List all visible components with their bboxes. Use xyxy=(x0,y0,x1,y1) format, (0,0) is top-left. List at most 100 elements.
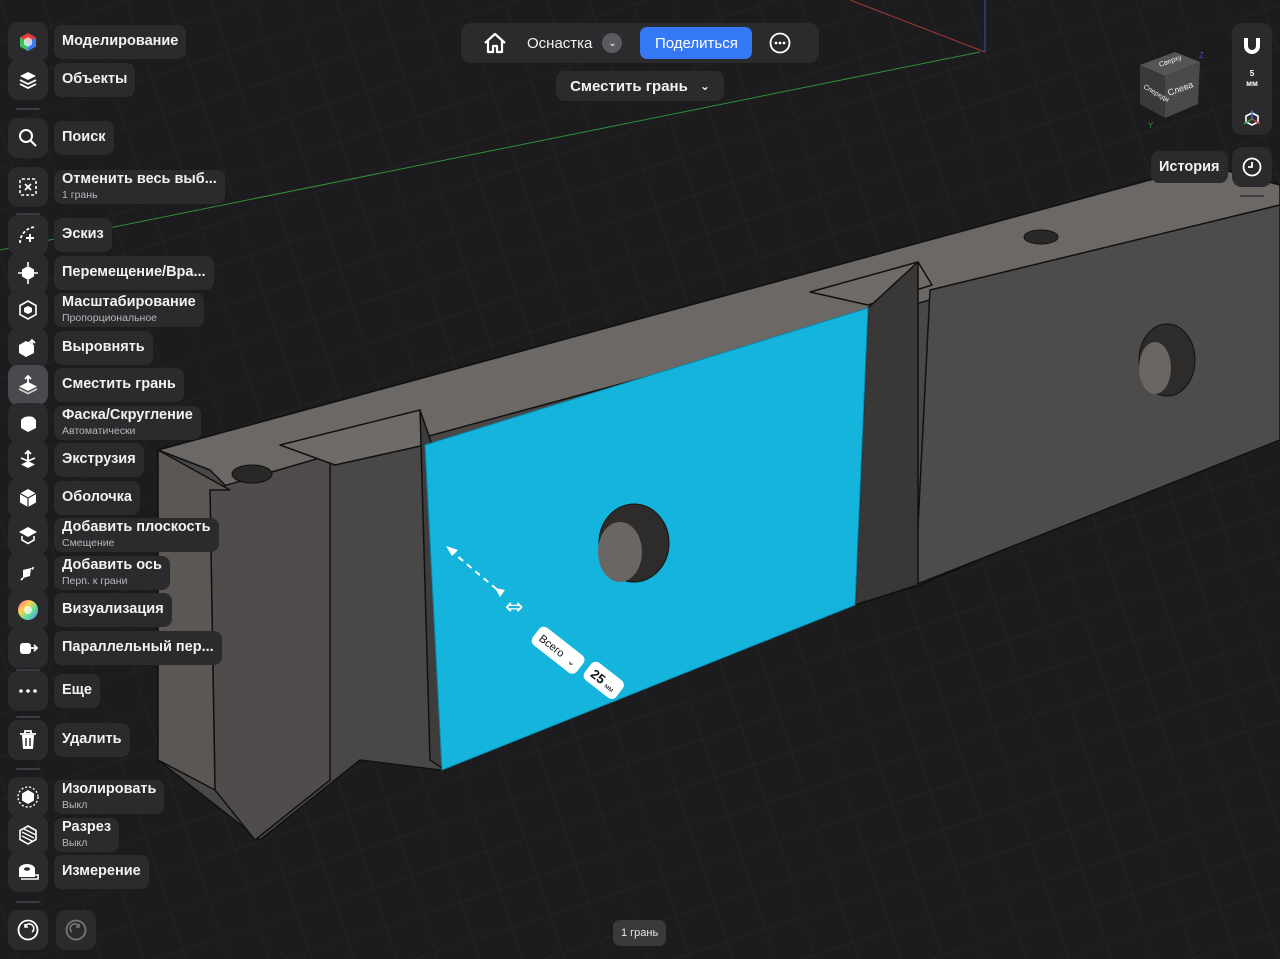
tool-more[interactable]: Еще xyxy=(8,671,100,711)
move-label[interactable]: Перемещение/Вра... xyxy=(54,256,214,290)
tool-deselect[interactable]: Отменить весь выб... 1 грань xyxy=(8,167,225,207)
snap-magnet-button[interactable] xyxy=(1232,29,1272,63)
tool-sublabel: Перп. к грани xyxy=(62,575,128,588)
tool-section[interactable]: Разрез Выкл xyxy=(8,815,120,855)
offset-face-label[interactable]: Сместить грань xyxy=(54,368,184,402)
tool-objects[interactable]: Объекты xyxy=(8,60,136,100)
3d-viewport[interactable]: ⇔ Всего ⌄ 25 мм Сверху Спереди Слева Y Z xyxy=(0,0,1280,959)
document-name[interactable]: Оснастка xyxy=(527,35,592,52)
visualization-label[interactable]: Визуализация xyxy=(54,593,172,627)
more-options-button[interactable] xyxy=(760,23,800,63)
extrude-label[interactable]: Экструзия xyxy=(54,443,144,477)
document-menu-button[interactable]: ⌄ xyxy=(602,33,623,53)
tool-extrude[interactable]: Экструзия xyxy=(8,440,144,480)
sketch-label[interactable]: Эскиз xyxy=(54,218,112,252)
fillet-button[interactable] xyxy=(8,403,48,443)
delete-button[interactable] xyxy=(8,720,48,760)
tool-label-text: Визуализация xyxy=(62,601,164,618)
history-button[interactable] xyxy=(1232,147,1272,187)
tool-align[interactable]: Выровнять xyxy=(8,328,153,368)
search-label[interactable]: Поиск xyxy=(54,121,114,155)
measure-label[interactable]: Измерение xyxy=(54,855,149,889)
visualization-button[interactable] xyxy=(8,590,48,630)
deselect-button[interactable] xyxy=(8,167,48,207)
align-button[interactable] xyxy=(8,328,48,368)
offset-face-button[interactable] xyxy=(8,365,48,405)
drag-handle-icon: ⇔ xyxy=(505,595,523,620)
tool-label-text: Удалить xyxy=(62,731,122,748)
move-button[interactable] xyxy=(8,253,48,293)
tool-measure[interactable]: Измерение xyxy=(8,852,149,892)
modeling-label[interactable]: Моделирование xyxy=(54,25,187,59)
tool-label-text: Разрез xyxy=(62,819,112,836)
tool-sketch[interactable]: Эскиз xyxy=(8,215,112,255)
tool-fillet[interactable]: Фаска/Скругление Автоматически xyxy=(8,403,201,443)
tool-label-text: Фаска/Скругление xyxy=(62,407,193,424)
tool-scale[interactable]: Масштабирование Пропорциональное xyxy=(8,290,204,330)
add-axis-button[interactable] xyxy=(8,553,48,593)
tool-label-text: Поиск xyxy=(62,129,106,146)
shell-button[interactable] xyxy=(8,478,48,518)
delete-label[interactable]: Удалить xyxy=(54,723,130,757)
fillet-label[interactable]: Фаска/Скругление Автоматически xyxy=(54,406,201,440)
tool-parallel[interactable]: Параллельный пер... xyxy=(8,628,222,668)
align-label[interactable]: Выровнять xyxy=(54,331,153,365)
view-mode-button[interactable] xyxy=(1232,105,1272,133)
shell-label[interactable]: Оболочка xyxy=(54,481,140,515)
tool-isolate[interactable]: Изолировать Выкл xyxy=(8,777,165,817)
tool-visualization[interactable]: Визуализация xyxy=(8,590,172,630)
tool-modeling[interactable]: Моделирование xyxy=(8,22,187,62)
tool-label-text: Моделирование xyxy=(62,33,179,50)
search-button[interactable] xyxy=(8,118,48,158)
parallel-button[interactable] xyxy=(8,628,48,668)
tool-sublabel: Выкл xyxy=(62,799,88,812)
tool-add-plane[interactable]: Добавить плоскость Смещение xyxy=(8,515,219,555)
scale-button[interactable] xyxy=(8,290,48,330)
tool-sublabel: Смещение xyxy=(62,537,115,550)
add-plane-label[interactable]: Добавить плоскость Смещение xyxy=(54,518,219,552)
history-label[interactable]: История xyxy=(1151,151,1228,183)
home-button[interactable] xyxy=(475,23,515,63)
plane-icon xyxy=(17,524,39,546)
section-label[interactable]: Разрез Выкл xyxy=(54,818,120,852)
objects-button[interactable] xyxy=(8,60,48,100)
mode-label: Сместить грань xyxy=(570,77,688,95)
divider xyxy=(16,669,40,671)
redo-button[interactable] xyxy=(56,910,96,950)
add-plane-button[interactable] xyxy=(8,515,48,555)
trash-icon xyxy=(18,729,38,751)
tool-delete[interactable]: Удалить xyxy=(8,720,130,760)
tool-label-text: Масштабирование xyxy=(62,294,196,311)
isolate-label[interactable]: Изолировать Выкл xyxy=(54,780,165,814)
isolate-button[interactable] xyxy=(8,777,48,817)
snap-step-button[interactable]: 5 мм xyxy=(1232,69,1272,90)
tool-offset-face[interactable]: Сместить грань xyxy=(8,365,184,405)
extrude-button[interactable] xyxy=(8,440,48,480)
add-axis-label[interactable]: Добавить ось Перп. к грани xyxy=(54,556,170,590)
more-label[interactable]: Еще xyxy=(54,674,100,708)
more-button[interactable] xyxy=(8,671,48,711)
scale-label[interactable]: Масштабирование Пропорциональное xyxy=(54,293,204,327)
tool-label-text: Выровнять xyxy=(62,339,145,356)
parallel-label[interactable]: Параллельный пер... xyxy=(54,631,222,665)
scale-icon xyxy=(17,299,39,321)
share-button[interactable]: Поделиться xyxy=(640,27,753,59)
deselect-label[interactable]: Отменить весь выб... 1 грань xyxy=(54,170,225,204)
axis-icon xyxy=(17,562,39,584)
tool-label-text: Эскиз xyxy=(62,226,104,243)
undo-button[interactable] xyxy=(8,910,48,950)
measure-button[interactable] xyxy=(8,852,48,892)
sketch-button[interactable] xyxy=(8,215,48,255)
modeling-button[interactable] xyxy=(8,22,48,62)
tool-sublabel: Пропорциональное xyxy=(62,312,158,325)
shell-icon xyxy=(17,487,39,509)
tool-add-axis[interactable]: Добавить ось Перп. к грани xyxy=(8,553,170,593)
mode-dropdown[interactable]: Сместить грань ⌄ xyxy=(556,71,724,101)
section-button[interactable] xyxy=(8,815,48,855)
objects-label[interactable]: Объекты xyxy=(54,63,136,97)
tool-move[interactable]: Перемещение/Вра... xyxy=(8,253,214,293)
tool-shell[interactable]: Оболочка xyxy=(8,478,140,518)
tool-search[interactable]: Поиск xyxy=(8,118,114,158)
measure-icon xyxy=(17,861,39,883)
selection-status: 1 грань xyxy=(613,920,667,946)
